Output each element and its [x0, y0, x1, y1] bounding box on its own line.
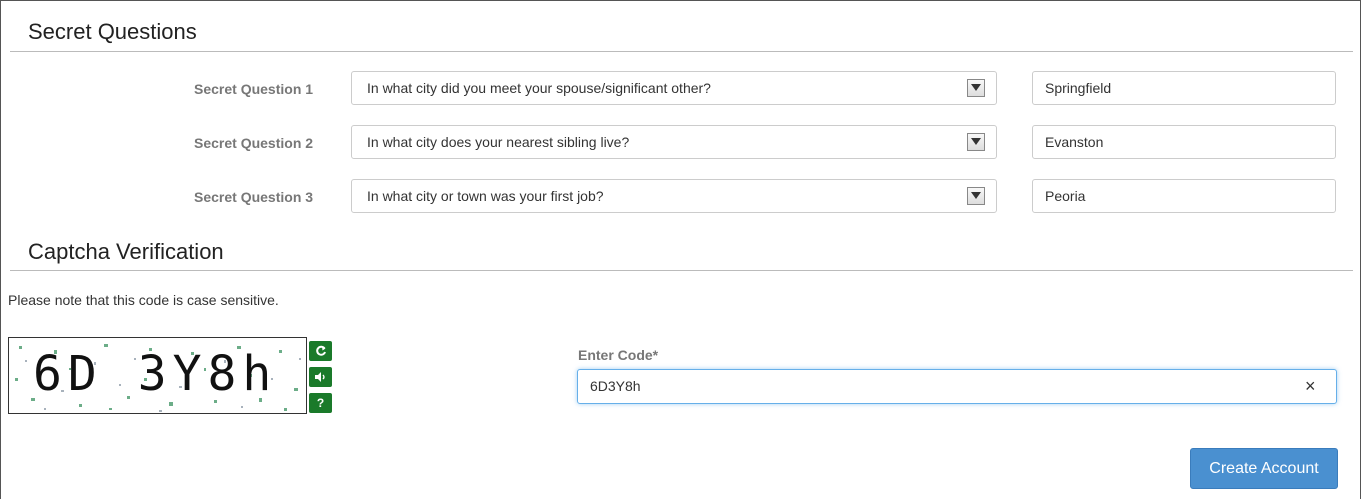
secret-question-3-value: In what city or town was your first job?: [367, 188, 604, 204]
chevron-down-icon[interactable]: [967, 79, 985, 97]
secret-answer-2-input[interactable]: Evanston: [1032, 125, 1336, 159]
secret-question-3-label: Secret Question 3: [194, 189, 314, 205]
secret-answer-1-input[interactable]: Springfield: [1032, 71, 1336, 105]
secret-question-1-value: In what city did you meet your spouse/si…: [367, 80, 711, 96]
secret-question-2-value: In what city does your nearest sibling l…: [367, 134, 630, 150]
secret-question-1-select[interactable]: In what city did you meet your spouse/si…: [351, 71, 997, 105]
section-divider: [10, 51, 1353, 52]
captcha-image: 6D 3Y8h: [8, 337, 307, 414]
secret-question-3-select[interactable]: In what city or town was your first job?: [351, 179, 997, 213]
secret-question-2-select[interactable]: In what city does your nearest sibling l…: [351, 125, 997, 159]
create-account-button[interactable]: Create Account: [1190, 448, 1338, 489]
captcha-text: 6D 3Y8h: [33, 346, 278, 402]
chevron-down-icon[interactable]: [967, 133, 985, 151]
audio-icon[interactable]: [309, 367, 332, 387]
case-sensitive-note: Please note that this code is case sensi…: [8, 292, 279, 308]
section-divider: [10, 270, 1353, 271]
captcha-heading: Captcha Verification: [28, 239, 224, 264]
refresh-icon[interactable]: [309, 341, 332, 361]
secret-answer-3-input[interactable]: Peoria: [1032, 179, 1336, 213]
enter-code-label: Enter Code*: [578, 347, 659, 363]
clear-icon[interactable]: ×: [1305, 376, 1316, 397]
captcha-code-input[interactable]: 6D3Y8h: [577, 369, 1337, 404]
secret-question-2-label: Secret Question 2: [194, 135, 314, 151]
secret-question-1-label: Secret Question 1: [194, 81, 314, 97]
chevron-down-icon[interactable]: [967, 187, 985, 205]
secret-questions-heading: Secret Questions: [28, 19, 197, 44]
help-icon[interactable]: ?: [309, 393, 332, 413]
